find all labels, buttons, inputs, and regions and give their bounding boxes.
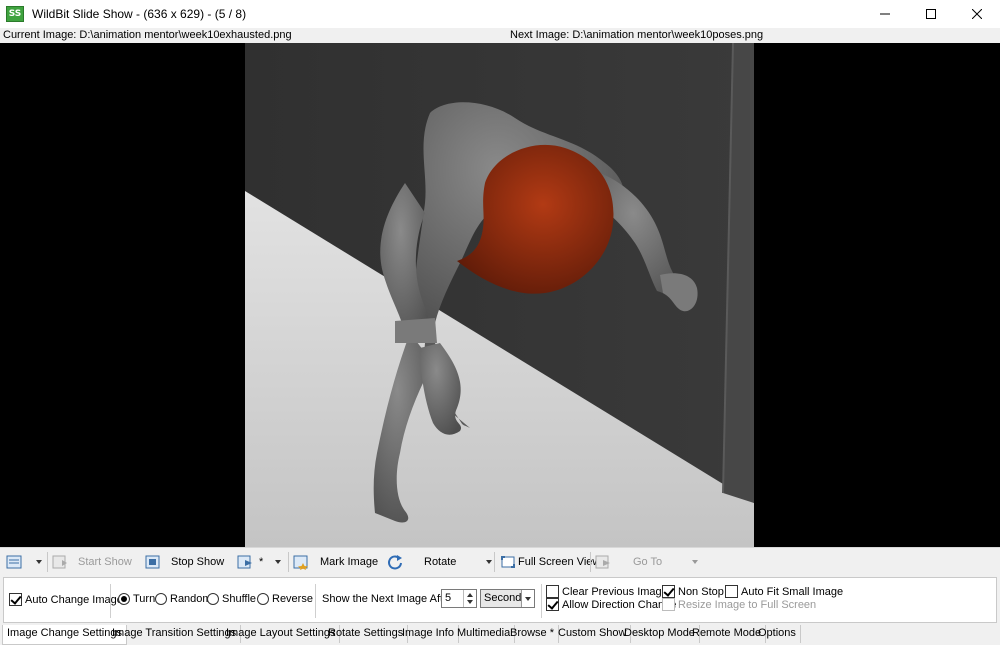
title-bar: SS WildBit Slide Show - (636 x 629) - (5… xyxy=(0,0,1000,28)
toolbar: Start Show Stop Show * Mark Image Rotate… xyxy=(0,547,1000,575)
non-stop-checkbox[interactable]: Non Stop xyxy=(662,585,724,598)
image-info-bar: Current Image: D:\animation mentor\week1… xyxy=(0,28,1000,43)
next-image-path: Next Image: D:\animation mentor\week10po… xyxy=(510,29,764,41)
mark-star-icon xyxy=(293,554,309,570)
browse-star-label: * xyxy=(259,556,264,568)
stepper-buttons[interactable] xyxy=(463,590,476,607)
arrow-right-icon xyxy=(237,554,253,570)
minimize-button[interactable] xyxy=(862,0,908,28)
tab-image-layout-settings[interactable]: Image Layout Settings xyxy=(222,625,341,643)
maximize-icon xyxy=(926,9,936,19)
stop-icon xyxy=(145,554,161,570)
random-radio[interactable]: Random xyxy=(155,593,212,605)
auto-change-image-label: Auto Change Image xyxy=(25,593,123,606)
window-title: WildBit Slide Show - (636 x 629) - (5 / … xyxy=(32,7,247,21)
radio-selected-icon xyxy=(118,593,130,605)
browse-button[interactable]: * xyxy=(237,552,282,572)
go-to-label: Go To xyxy=(633,556,663,568)
rotate-button[interactable]: Rotate xyxy=(387,552,493,572)
window-controls xyxy=(862,0,1000,28)
auto-change-image-checkbox[interactable]: Auto Change Image xyxy=(9,593,123,606)
checkbox-checked-icon xyxy=(546,598,559,611)
checkbox-disabled-icon xyxy=(662,598,675,611)
menu-dropdown-button[interactable] xyxy=(6,552,42,572)
image-viewer[interactable] xyxy=(0,43,1000,547)
tab-rotate-settings[interactable]: Rotate Settings xyxy=(324,625,409,643)
chevron-down-icon xyxy=(486,560,493,564)
clear-previous-image-label: Clear Previous Image xyxy=(562,585,668,598)
checkbox-icon xyxy=(546,585,559,598)
reverse-label: Reverse xyxy=(272,593,313,605)
tab-options[interactable]: Options xyxy=(754,625,801,643)
minimize-icon xyxy=(880,13,890,15)
mark-image-button[interactable]: Mark Image xyxy=(293,552,378,572)
radio-icon xyxy=(207,593,219,605)
settings-panel: Auto Change Image Turn Random Shuffle Re… xyxy=(0,575,1000,625)
rotate-label: Rotate xyxy=(424,556,457,568)
start-show-label: Start Show xyxy=(78,556,132,568)
current-image-path: Current Image: D:\animation mentor\week1… xyxy=(3,29,292,41)
app-icon[interactable]: SS xyxy=(6,6,24,22)
checkbox-checked-icon xyxy=(662,585,675,598)
chevron-down-icon xyxy=(692,560,699,564)
random-label: Random xyxy=(170,593,212,605)
shuffle-radio[interactable]: Shuffle xyxy=(207,593,256,605)
close-icon xyxy=(972,9,982,19)
app-icon-text: SS xyxy=(8,9,22,19)
auto-fit-small-image-label: Auto Fit Small Image xyxy=(741,585,844,598)
tab-image-info[interactable]: Image Info xyxy=(398,625,459,643)
radio-icon xyxy=(257,593,269,605)
rotate-icon xyxy=(387,554,403,570)
left-hand xyxy=(395,318,437,343)
interval-value: 5 xyxy=(445,592,452,604)
stop-show-button[interactable]: Stop Show xyxy=(145,552,224,572)
stepper-up-icon[interactable] xyxy=(467,593,473,597)
tab-browse[interactable]: Browse * xyxy=(506,625,560,643)
displayed-image xyxy=(245,43,754,547)
image-change-settings: Auto Change Image Turn Random Shuffle Re… xyxy=(3,577,997,623)
goto-icon xyxy=(595,554,611,570)
stepper-down-icon[interactable] xyxy=(467,600,473,604)
chevron-down-icon xyxy=(275,560,282,564)
mark-image-label: Mark Image xyxy=(320,556,379,568)
chevron-down-icon xyxy=(36,560,42,564)
allow-direction-change-label: Allow Direction Change xyxy=(562,598,677,611)
play-icon xyxy=(52,554,68,570)
full-screen-view-label: Full Screen View xyxy=(518,556,601,568)
maximize-button[interactable] xyxy=(908,0,954,28)
turn-radio[interactable]: Turn xyxy=(118,593,155,605)
auto-fit-small-image-checkbox[interactable]: Auto Fit Small Image xyxy=(725,585,843,598)
resize-to-full-screen-label: Resize Image to Full Screen xyxy=(678,598,817,611)
checkbox-icon xyxy=(725,585,738,598)
shuffle-label: Shuffle xyxy=(222,593,257,605)
fullscreen-icon xyxy=(500,554,516,570)
resize-to-full-screen-checkbox: Resize Image to Full Screen xyxy=(662,598,816,611)
turn-label: Turn xyxy=(133,593,156,605)
full-screen-view-button[interactable]: Full Screen View xyxy=(500,552,600,572)
list-icon xyxy=(6,554,22,570)
interval-unit-select[interactable]: Seconds xyxy=(480,589,535,608)
non-stop-label: Non Stop xyxy=(678,585,724,598)
go-to-button[interactable]: Go To xyxy=(595,552,699,572)
close-button[interactable] xyxy=(954,0,1000,28)
chevron-down-icon xyxy=(521,590,534,607)
allow-direction-change-checkbox[interactable]: Allow Direction Change xyxy=(546,598,676,611)
start-show-button[interactable]: Start Show xyxy=(52,552,132,572)
interval-stepper[interactable]: 5 xyxy=(441,589,477,608)
show-next-after-label: Show the Next Image After xyxy=(322,593,453,605)
stop-show-label: Stop Show xyxy=(171,556,225,568)
reverse-radio[interactable]: Reverse xyxy=(257,593,313,605)
radio-icon xyxy=(155,593,167,605)
clear-previous-image-checkbox[interactable]: Clear Previous Image xyxy=(546,585,668,598)
settings-tabs: Image Change Settings Image Transition S… xyxy=(0,625,1000,645)
checkbox-checked-icon xyxy=(9,593,22,606)
